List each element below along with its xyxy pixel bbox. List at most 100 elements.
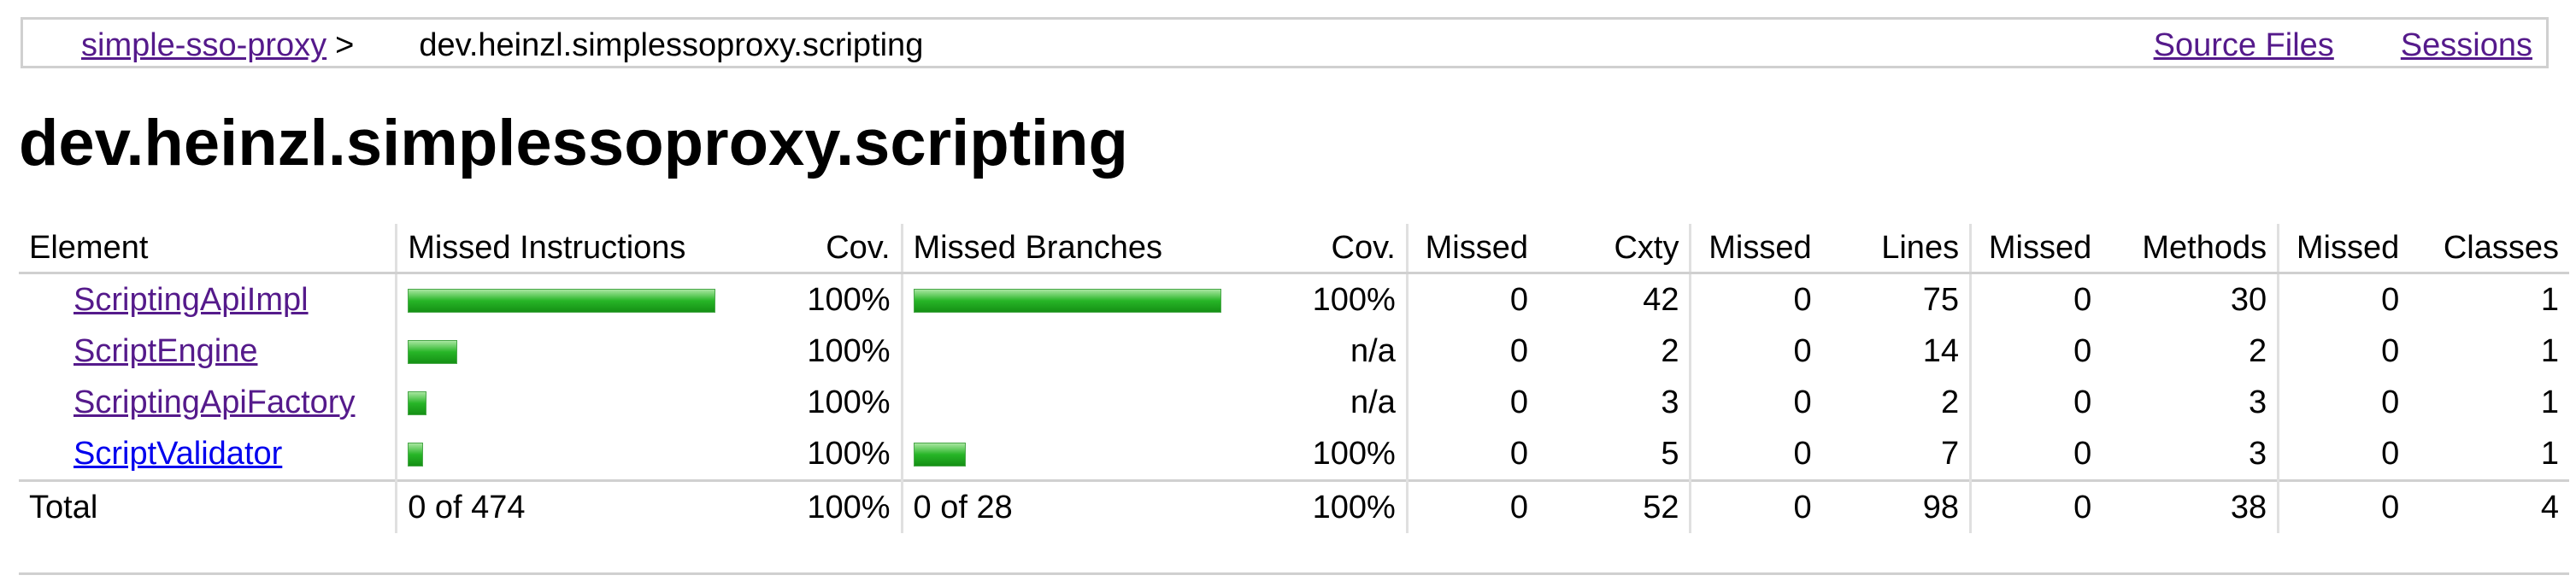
missed-complexity: 0 (1405, 428, 1538, 481)
element-cell: ScriptingApiFactory (19, 377, 397, 428)
instructions-coverage-bar (408, 443, 424, 467)
missed-lines: 0 (1689, 326, 1822, 377)
missed-lines: 0 (1689, 273, 1822, 326)
header-missed-classes[interactable]: Missed (2277, 224, 2410, 274)
total-instructions: 0 of 474 (395, 479, 769, 533)
instructions-bar-cell (395, 273, 769, 326)
missed-lines: 0 (1689, 428, 1822, 481)
breadcrumb-root-link[interactable]: simple-sso-proxy (81, 27, 326, 63)
total-complexity: 52 (1538, 479, 1691, 533)
footer-divider (19, 572, 2569, 575)
breadcrumb-current: dev.heinzl.simplessoproxy.scripting (419, 27, 924, 63)
table-row: ScriptEngine 100% n/a 0 2 0 14 0 2 0 1 (19, 326, 2569, 377)
total-missed-methods: 0 (1969, 479, 2103, 533)
header-lines[interactable]: Lines (1821, 224, 1971, 274)
instructions-coverage-bar (408, 289, 716, 314)
complexity: 2 (1661, 332, 1679, 369)
table-row: ScriptingApiImpl 100% 100% 0 42 0 75 0 3… (19, 273, 2569, 326)
instructions-bar-cell (395, 428, 769, 481)
header-missed-lines[interactable]: Missed (1689, 224, 1822, 274)
total-lines: 98 (1821, 479, 1971, 533)
branches-coverage-bar (913, 289, 1221, 314)
coverage-table: Element Missed Instructions Cov. Missed … (19, 224, 2569, 533)
branches-coverage-bar (913, 443, 966, 467)
total-branches-coverage: 100% (1273, 479, 1408, 533)
missed-classes: 0 (2277, 377, 2410, 428)
instructions-coverage-bar (408, 391, 427, 416)
element-cell: ScriptEngine (19, 326, 397, 377)
header-branches-coverage[interactable]: Cov. (1273, 224, 1408, 274)
complexity: 3 (1661, 384, 1679, 420)
branches-coverage: n/a (1350, 332, 1396, 369)
table-header-row: Element Missed Instructions Cov. Missed … (19, 224, 2569, 274)
methods: 3 (2248, 435, 2267, 472)
instructions-coverage: 100% (807, 435, 891, 472)
methods: 3 (2248, 384, 2267, 420)
classes: 1 (2540, 384, 2559, 420)
total-classes: 4 (2409, 479, 2569, 533)
missed-complexity: 0 (1405, 377, 1538, 428)
branches-bar-cell (900, 377, 1274, 428)
lines: 7 (1940, 435, 1960, 472)
header-missed-branches[interactable]: Missed Branches (900, 224, 1274, 274)
branches-bar-cell (900, 428, 1274, 481)
branches-bar-cell (900, 273, 1274, 326)
complexity: 5 (1661, 435, 1679, 472)
missed-lines: 0 (1689, 377, 1822, 428)
breadcrumb-separator: > (335, 27, 355, 63)
lines: 14 (1922, 332, 1960, 369)
breadcrumb-left: simple-sso-proxy > dev.heinzl.simplessopro… (81, 27, 923, 64)
total-missed-complexity: 0 (1405, 479, 1538, 533)
branches-bar-cell (900, 326, 1274, 377)
missed-classes: 0 (2277, 428, 2410, 481)
header-missed-instructions[interactable]: Missed Instructions (395, 224, 769, 274)
total-methods: 38 (2102, 479, 2279, 533)
total-label: Total (19, 479, 397, 533)
header-complexity[interactable]: Cxty (1538, 224, 1691, 274)
header-methods[interactable]: Methods (2102, 224, 2279, 274)
element-link[interactable]: ScriptingApiImpl (74, 282, 309, 318)
missed-methods: 0 (1969, 273, 2103, 326)
header-element[interactable]: Element (19, 224, 397, 274)
total-missed-lines: 0 (1689, 479, 1822, 533)
classes: 1 (2540, 435, 2559, 472)
header-missed-complexity[interactable]: Missed (1405, 224, 1538, 274)
instructions-coverage-bar (408, 340, 458, 365)
complexity: 42 (1643, 281, 1679, 318)
branches-coverage: 100% (1312, 281, 1396, 318)
element-link[interactable]: ScriptValidator (74, 436, 282, 472)
classes: 1 (2540, 332, 2559, 369)
breadcrumb: simple-sso-proxy > dev.heinzl.simplessopro… (21, 17, 2549, 68)
table-total-row: Total 0 of 474 100% 0 of 28 100% 0 52 0 … (19, 479, 2569, 533)
header-instructions-coverage[interactable]: Cov. (768, 224, 903, 274)
methods: 2 (2248, 332, 2267, 369)
total-missed-classes: 0 (2277, 479, 2410, 533)
missed-methods: 0 (1969, 428, 2103, 481)
header-missed-methods[interactable]: Missed (1969, 224, 2103, 274)
methods: 30 (2230, 281, 2267, 318)
missed-complexity: 0 (1405, 326, 1538, 377)
instructions-coverage: 100% (807, 332, 891, 369)
classes: 1 (2540, 281, 2559, 318)
missed-complexity: 0 (1405, 273, 1538, 326)
element-link[interactable]: ScriptEngine (74, 333, 257, 369)
source-files-link[interactable]: Source Files (2154, 27, 2334, 63)
missed-classes: 0 (2277, 326, 2410, 377)
missed-methods: 0 (1969, 377, 2103, 428)
total-instructions-coverage: 100% (768, 479, 903, 533)
sessions-link[interactable]: Sessions (2401, 27, 2532, 63)
instructions-coverage: 100% (807, 281, 891, 318)
element-cell: ScriptValidator (19, 428, 397, 481)
branches-coverage: 100% (1312, 435, 1396, 472)
table-row: ScriptingApiFactory 100% n/a 0 3 0 2 0 3… (19, 377, 2569, 428)
lines: 2 (1940, 384, 1960, 420)
table-row: ScriptValidator 100% 100% 0 5 0 7 0 3 0 … (19, 428, 2569, 481)
element-cell: ScriptingApiImpl (19, 273, 397, 326)
instructions-bar-cell (395, 377, 769, 428)
lines: 75 (1922, 281, 1960, 318)
page-title: dev.heinzl.simplessoproxy.scripting (19, 107, 1128, 179)
missed-methods: 0 (1969, 326, 2103, 377)
header-classes[interactable]: Classes (2409, 224, 2569, 274)
breadcrumb-right-links: Source Files Sessions (2087, 27, 2532, 64)
element-link[interactable]: ScriptingApiFactory (74, 384, 355, 420)
